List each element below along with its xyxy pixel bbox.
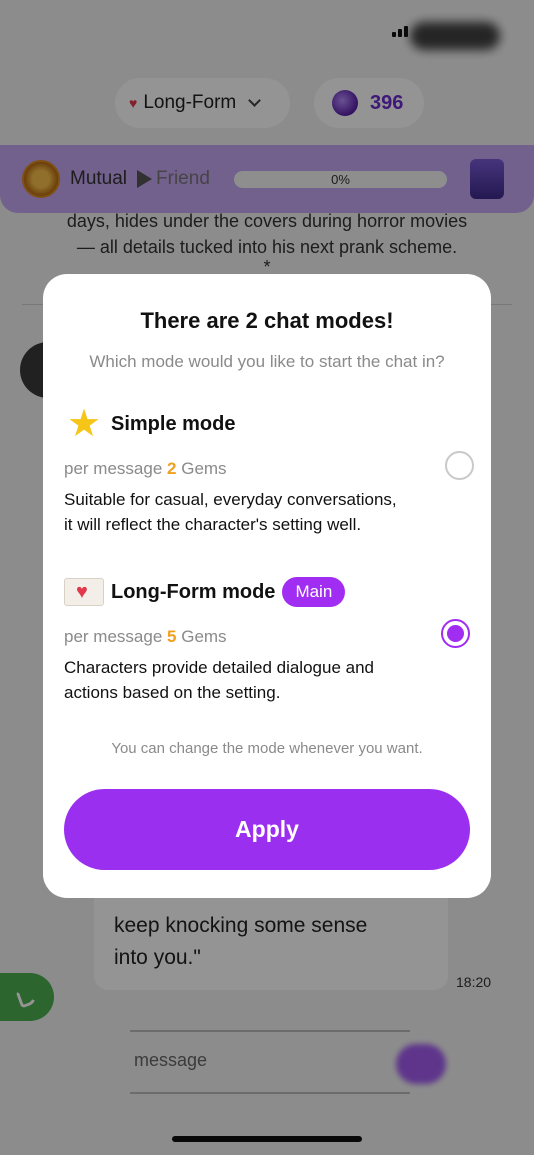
simple-mode-radio[interactable] [445,451,474,480]
mode-price: per message 2 Gems [64,459,474,479]
description-line: Characters provide detailed dialogue and [64,658,374,677]
mode-name: Long-Form mode [111,580,276,603]
description-line: actions based on the setting. [64,683,281,702]
price-prefix: per message [64,459,163,478]
price-value: 2 [167,459,177,478]
description-line: Suitable for casual, everyday conversati… [64,490,397,509]
heart-envelope-icon [64,578,104,606]
mode-description: Suitable for casual, everyday conversati… [64,487,434,537]
price-value: 5 [167,627,177,646]
apply-button[interactable]: Apply [64,789,470,870]
mode-name: Simple mode [111,412,236,435]
simple-mode-option[interactable]: ★ Simple mode per message 2 Gems Suitabl… [64,404,474,537]
dialog-subtitle: Which mode would you like to start the c… [89,352,445,371]
chat-mode-dialog: There are 2 chat modes! Which mode would… [43,274,491,898]
mode-description: Characters provide detailed dialogue and… [64,655,434,705]
mode-price: per message 5 Gems [64,627,474,647]
price-unit: Gems [181,627,227,646]
price-prefix: per message [64,627,163,646]
long-form-mode-option[interactable]: Long-Form mode Main per message 5 Gems C… [64,572,474,705]
long-form-mode-radio[interactable] [441,619,470,648]
dialog-title: There are 2 chat modes! [140,308,394,333]
star-icon: ★ [66,403,102,445]
price-unit: Gems [181,459,227,478]
description-line: it will reflect the character's setting … [64,515,362,534]
main-badge: Main [282,577,346,607]
dialog-note: You can change the mode whenever you wan… [111,740,423,757]
